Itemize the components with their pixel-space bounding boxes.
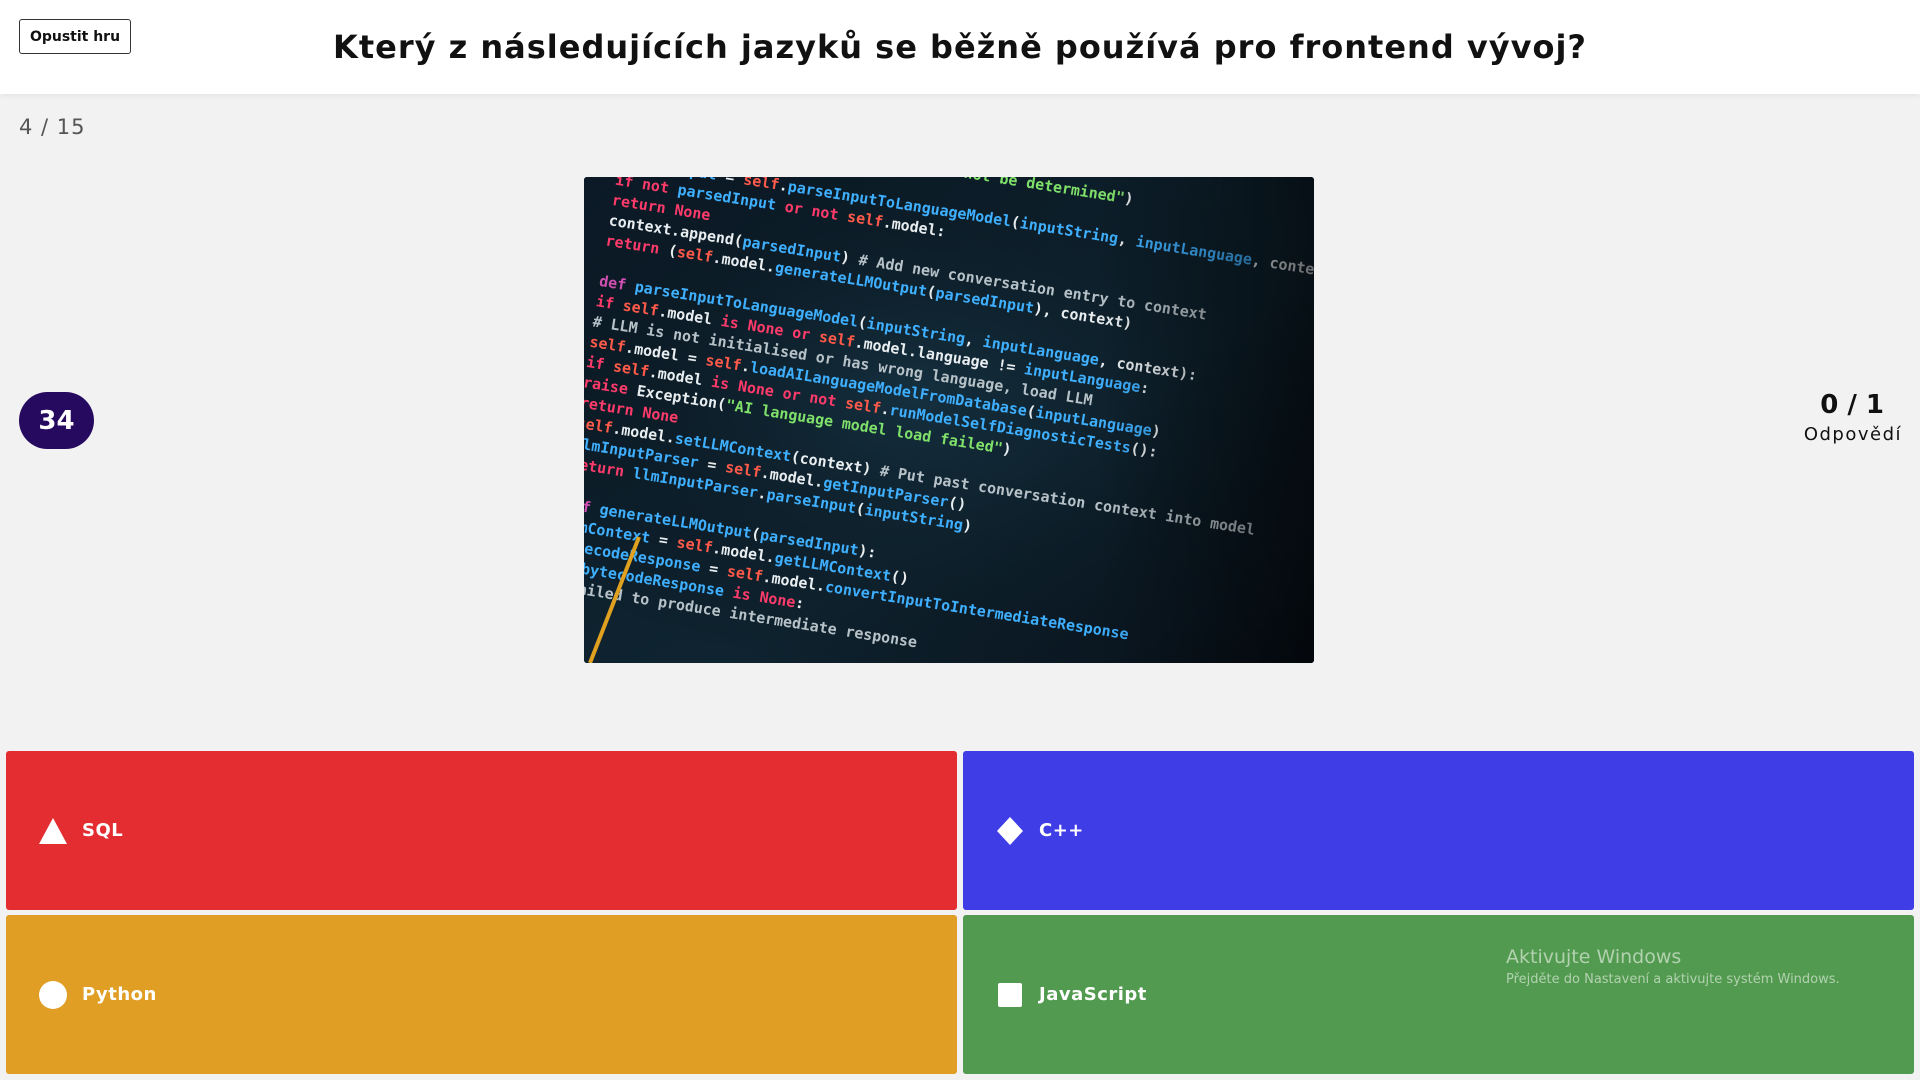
countdown-timer: 34	[19, 392, 94, 449]
answer-option-3[interactable]: Python	[6, 915, 957, 1074]
leave-game-button[interactable]: Opustit hru	[19, 19, 131, 54]
triangle-icon	[38, 816, 68, 846]
question-image: if lang is None: raise Exception("Input …	[584, 177, 1314, 663]
question-title: Který z následujících jazyků se běžně po…	[333, 28, 1587, 66]
answer-label: JavaScript	[1039, 984, 1147, 1005]
diamond-icon	[995, 816, 1025, 846]
answers-counter-label: Odpovědí	[1803, 424, 1902, 445]
circle-icon	[38, 980, 68, 1010]
answer-option-4[interactable]: JavaScript	[963, 915, 1914, 1074]
answer-label: SQL	[82, 820, 124, 841]
answer-label: Python	[82, 984, 157, 1005]
answer-option-1[interactable]: SQL	[6, 751, 957, 910]
question-progress: 4 / 15	[19, 115, 86, 139]
square-icon	[995, 980, 1025, 1010]
answers-counter: 0 / 1 Odpovědí	[1702, 390, 1902, 445]
answer-label: C++	[1039, 820, 1084, 841]
top-bar: Opustit hru Který z následujících jazyků…	[0, 0, 1920, 94]
code-screenshot-image: if lang is None: raise Exception("Input …	[584, 177, 1314, 663]
answer-option-2[interactable]: C++	[963, 751, 1914, 910]
answers-counter-value: 0 / 1	[1820, 390, 1884, 420]
